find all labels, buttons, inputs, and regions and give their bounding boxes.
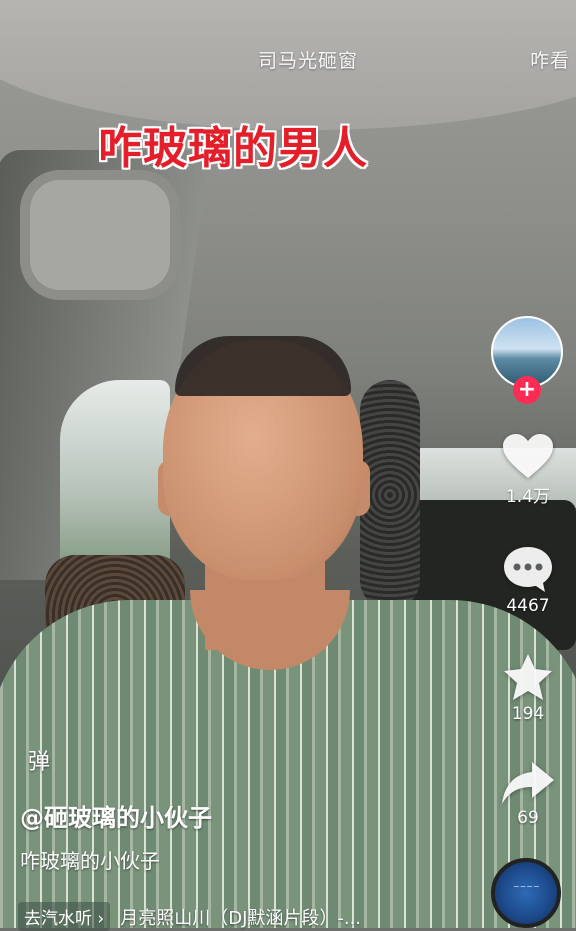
heart-icon [503,434,553,478]
danmaku-toggle[interactable]: 弹 [28,744,50,776]
share-button[interactable]: 69 [490,760,566,828]
comment-count: 4467 [506,596,550,616]
like-button[interactable]: 1.4万 [490,432,566,507]
author-name[interactable]: @砸玻璃的小伙子 [20,798,212,833]
video-description: 咋玻璃的小伙子 [20,849,160,873]
music-row[interactable]: 去汽水听 › 月亮照山川（DJ默涵片段）-... [18,902,361,931]
music-app-chip[interactable]: 去汽水听 › [18,902,111,931]
like-count: 1.4万 [505,487,551,507]
tab-right[interactable]: 咋看 [530,46,570,73]
person-hair [175,336,351,396]
favorite-button[interactable]: 194 [490,652,566,724]
share-count: 69 [517,808,539,828]
grab-handle [20,170,180,300]
favorite-count: 194 [511,704,545,724]
music-disc-icon[interactable]: ~~~~ [491,858,561,928]
share-icon [502,762,554,804]
follow-button[interactable]: + [513,376,541,404]
comment-button[interactable]: 4467 [490,544,566,616]
comment-icon [504,547,552,592]
music-title[interactable]: 月亮照山川（DJ默涵片段）-... [120,904,361,930]
video-caption: 咋玻璃的男人 [98,123,368,174]
star-icon [504,654,552,700]
tab-left[interactable]: 司马光砸窗 [258,46,358,73]
